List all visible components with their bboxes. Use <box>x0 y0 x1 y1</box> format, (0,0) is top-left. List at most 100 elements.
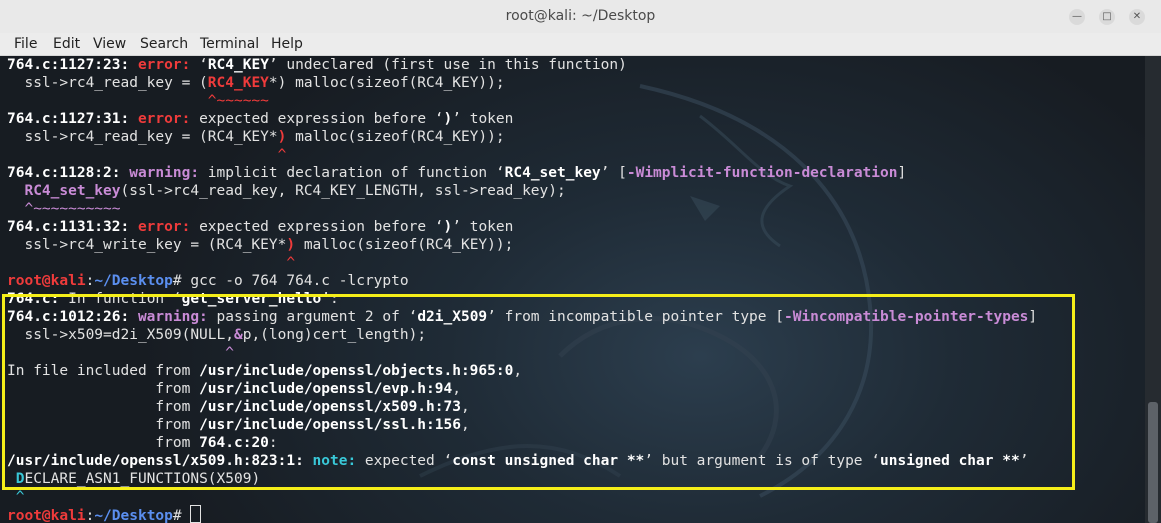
message-text: ’ token <box>452 111 514 127</box>
source-line: ssl->rc4_write_key = (RC4_KEY*) malloc(s… <box>7 236 513 254</box>
close-icon[interactable]: ✕ <box>1129 9 1145 25</box>
prompt-path: ~/Desktop <box>94 273 173 289</box>
message-text: In file included from <box>7 363 200 379</box>
note-location: /usr/include/openssl/x509.h:823:1: <box>7 453 304 469</box>
prompt-user: root@kali <box>7 273 86 289</box>
symbol: get_server_hello <box>181 291 322 307</box>
highlighted-code: RC4_set_key <box>24 183 121 199</box>
output-line: /usr/include/openssl/x509.h:823:1: note:… <box>7 452 1028 470</box>
include-path: /usr/include/openssl/ssl.h:156 <box>199 417 461 433</box>
caret-line: ^~~~~~~~~~~ <box>7 201 121 217</box>
menu-terminal[interactable]: Terminal <box>200 36 259 52</box>
warning-location: 764.c:1012:26: <box>7 309 130 325</box>
message-text: , <box>513 363 523 379</box>
include-path: /usr/include/openssl/x509.h:73 <box>199 399 461 415</box>
include-path: /usr/include/openssl/evp.h:94 <box>199 381 453 397</box>
command-text: gcc -o 764 764.c -lcrypto <box>190 273 409 289</box>
symbol: ) <box>443 111 453 127</box>
maximize-icon[interactable]: □ <box>1099 9 1115 25</box>
warning-flag: -Wimplicit-function-declaration <box>626 165 898 181</box>
message-text: ’ undeclared (first use in this function… <box>268 57 627 73</box>
message-text: , <box>452 381 461 397</box>
symbol: RC4_set_key <box>504 165 601 181</box>
error-label: error: <box>137 111 191 127</box>
menu-file[interactable]: File <box>14 36 37 52</box>
include-path: 764.c:20 <box>199 435 269 451</box>
source-line: ssl->rc4_read_key = (RC4_KEY*) malloc(si… <box>7 74 504 92</box>
message-text: ’: <box>321 291 339 307</box>
message-text: ’ <box>1019 453 1029 469</box>
error-location: 764.c:1127:31: <box>7 111 130 127</box>
prompt-user: root@kali <box>7 508 86 523</box>
symbol: ) <box>443 219 453 235</box>
output-line: 764.c:1127:23: error: ‘RC4_KEY’ undeclar… <box>7 56 627 74</box>
output-line: 764.c: In function ‘get_server_hello’: <box>7 290 339 308</box>
source-line: RC4_set_key(ssl->rc4_read_key, RC4_KEY_L… <box>7 182 566 200</box>
message-text: ’ [ <box>600 165 627 181</box>
code-text: malloc(sizeof(RC4_KEY)); <box>295 237 514 253</box>
caret-line: ^ <box>7 255 296 271</box>
symbol: RC4_KEY <box>207 57 269 73</box>
highlighted-code: & <box>233 327 243 343</box>
output-line: 764.c:1131:32: error: expected expressio… <box>7 218 513 236</box>
include-line: from /usr/include/openssl/x509.h:73, <box>7 398 470 416</box>
include-path: /usr/include/openssl/objects.h:965:0 <box>199 363 514 379</box>
output-line: 764.c:1012:26: warning: passing argument… <box>7 308 1037 326</box>
include-line: In file included from /usr/include/opens… <box>7 362 522 380</box>
menu-view[interactable]: View <box>93 36 126 52</box>
menu-bar: File Edit View Search Terminal Help <box>0 33 1161 56</box>
source-line: DECLARE_ASN1_FUNCTIONS(X509) <box>7 470 260 488</box>
code-text: (ssl->rc4_read_key, RC4_KEY_LENGTH, ssl-… <box>120 183 566 199</box>
caret-line: ^ <box>7 147 287 163</box>
file-name: 764.c: <box>7 291 60 307</box>
code-text: ssl->rc4_write_key = (RC4_KEY* <box>7 237 287 253</box>
prompt-line[interactable]: root@kali:~/Desktop# <box>7 505 202 523</box>
message-text: In function ‘ <box>59 291 182 307</box>
error-label: error: <box>137 57 191 73</box>
code-text: ssl->rc4_read_key = (RC4_KEY* <box>7 129 278 145</box>
symbol: unsigned char ** <box>880 453 1020 469</box>
caret-line: ^ <box>7 489 25 505</box>
warning-label: warning: <box>137 309 208 325</box>
vertical-scrollbar[interactable] <box>1145 56 1161 523</box>
code-text: malloc(sizeof(RC4_KEY)); <box>286 129 505 145</box>
command-line: root@kali:~/Desktop# gcc -o 764 764.c -l… <box>7 272 409 290</box>
menu-search[interactable]: Search <box>140 36 188 52</box>
message-text: from <box>7 381 200 397</box>
message-text: implicit declaration of function ‘ <box>199 165 505 181</box>
warning-label: warning: <box>129 165 200 181</box>
prompt-symbol: # <box>172 508 191 523</box>
prompt-symbol: # <box>172 273 191 289</box>
scrollbar-thumb[interactable] <box>1148 402 1158 523</box>
prompt-separator: : <box>85 273 95 289</box>
menu-edit[interactable]: Edit <box>53 36 80 52</box>
output-line: 764.c:1127:31: error: expected expressio… <box>7 110 513 128</box>
message-text: expected expression before ‘ <box>190 111 444 127</box>
message-text: , <box>460 399 470 415</box>
source-line: ssl->rc4_read_key = (RC4_KEY*) malloc(si… <box>7 128 505 146</box>
message-text: expected expression before ‘ <box>190 219 444 235</box>
message-text: passing argument 2 of ‘ <box>207 309 418 325</box>
include-line: from /usr/include/openssl/evp.h:94, <box>7 380 461 398</box>
message-text: , <box>460 417 470 433</box>
message-text: from <box>7 399 200 415</box>
prompt-path: ~/Desktop <box>94 508 173 523</box>
window-title: root@kali: ~/Desktop <box>505 8 656 24</box>
error-label: error: <box>137 219 191 235</box>
minimize-icon[interactable]: — <box>1069 9 1085 25</box>
message-text: from <box>7 435 200 451</box>
include-line: from /usr/include/openssl/ssl.h:156, <box>7 416 470 434</box>
source-line: ssl->x509=d2i_X509(NULL,&p,(long)cert_le… <box>7 326 426 344</box>
highlighted-code: ) <box>286 237 296 253</box>
message-text: expected ‘ <box>356 453 453 469</box>
menu-help[interactable]: Help <box>271 36 303 52</box>
highlighted-code: RC4_KEY <box>207 75 269 91</box>
message-text: : <box>268 435 278 451</box>
include-line: from 764.c:20: <box>7 434 278 452</box>
message-text: ] <box>1028 309 1038 325</box>
warning-location: 764.c:1128:2: <box>7 165 121 181</box>
message-text: from <box>7 417 200 433</box>
text-cursor <box>190 505 202 523</box>
symbol: const unsigned char ** <box>452 453 645 469</box>
